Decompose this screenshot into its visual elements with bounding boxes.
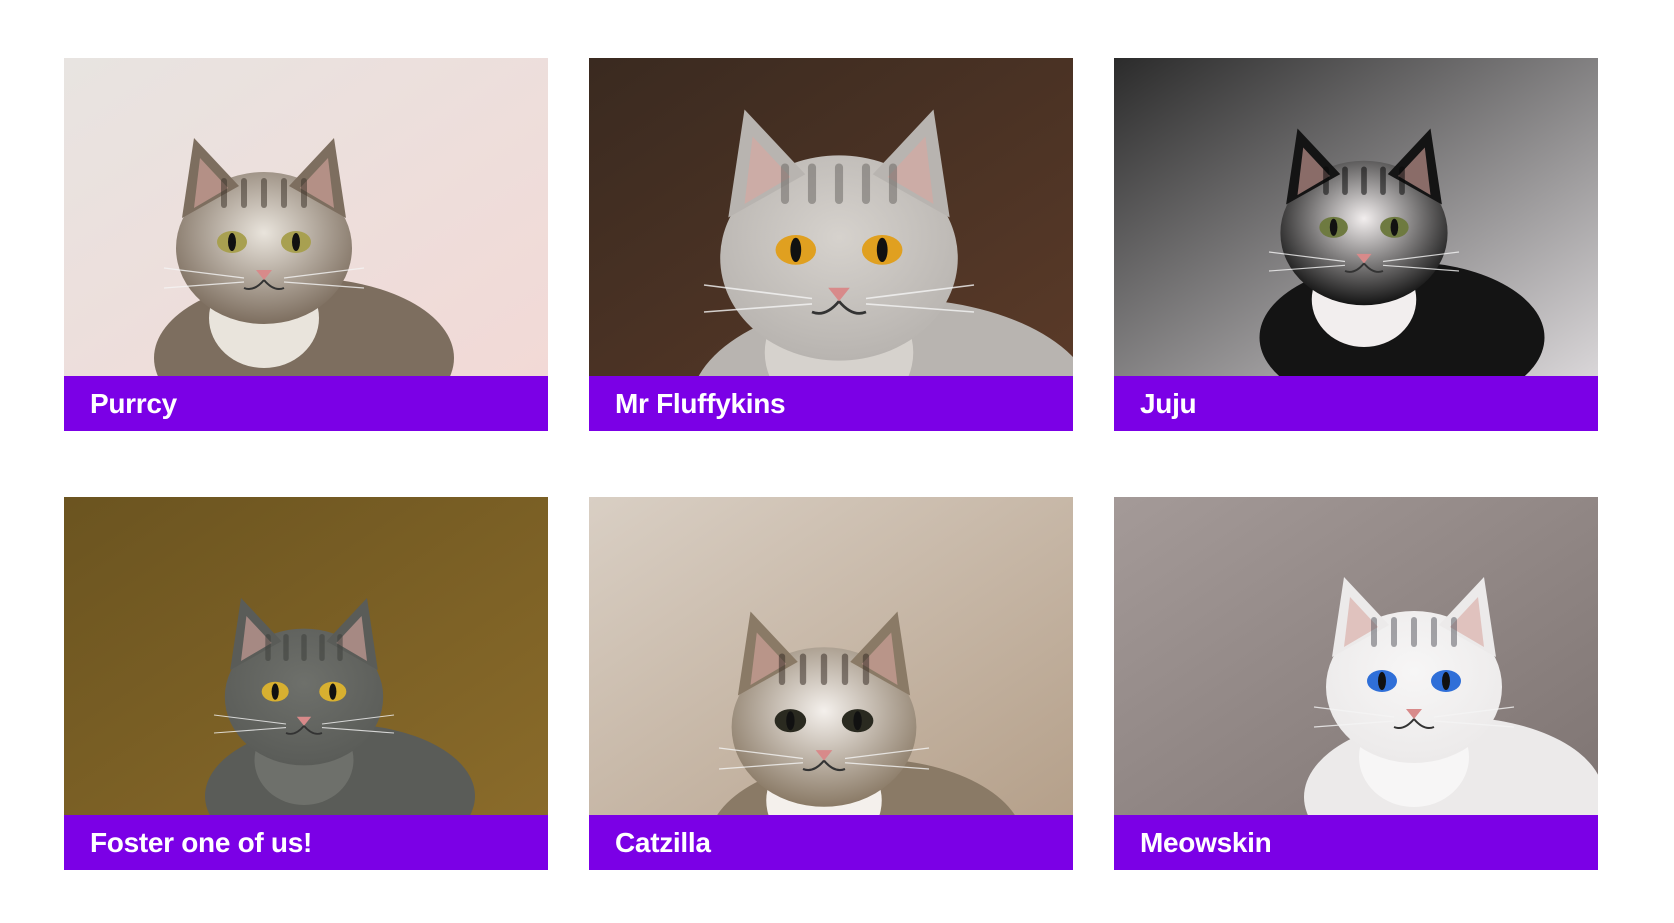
cat-card[interactable]: Catzilla	[589, 497, 1073, 870]
siamese-cat-photo	[1114, 497, 1598, 815]
cat-gallery-grid: Purrcy Mr Fluffykins Juju Foster one of us!…	[64, 58, 1611, 870]
cat-card[interactable]: Meowskin	[1114, 497, 1598, 870]
cat-name-caption[interactable]: Meowskin	[1114, 815, 1598, 870]
cat-photo-illustration	[589, 58, 1073, 376]
grey-kitten-photo	[64, 497, 548, 815]
cat-photo-illustration	[64, 497, 548, 815]
cat-card[interactable]: Foster one of us!	[64, 497, 548, 870]
tuxedo-cat-photo	[1114, 58, 1598, 376]
cat-name-caption[interactable]: Foster one of us!	[64, 815, 548, 870]
cat-card[interactable]: Mr Fluffykins	[589, 58, 1073, 431]
silver-tabby-cat-photo	[589, 58, 1073, 376]
cat-photo-illustration	[64, 58, 548, 376]
tabby-cat-photo	[64, 58, 548, 376]
cat-name-caption[interactable]: Juju	[1114, 376, 1598, 431]
cat-card[interactable]: Juju	[1114, 58, 1598, 431]
cat-photo-illustration	[589, 497, 1073, 815]
cat-photo-illustration	[1114, 58, 1598, 376]
cat-card[interactable]: Purrcy	[64, 58, 548, 431]
cat-name-caption[interactable]: Mr Fluffykins	[589, 376, 1073, 431]
cat-photo-illustration	[1114, 497, 1598, 815]
meowing-cat-photo	[589, 497, 1073, 815]
cat-name-caption[interactable]: Purrcy	[64, 376, 548, 431]
cat-name-caption[interactable]: Catzilla	[589, 815, 1073, 870]
